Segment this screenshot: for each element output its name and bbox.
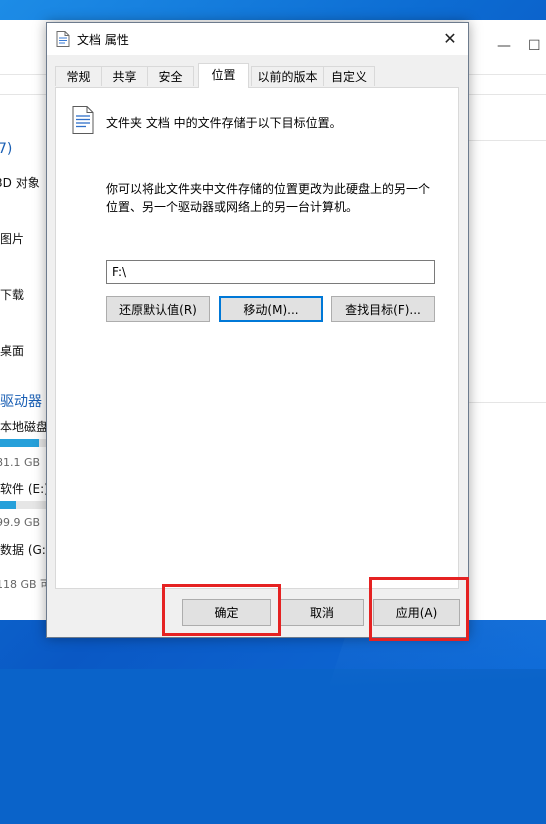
document-icon — [56, 31, 70, 47]
apply-button[interactable]: 应用(A) — [373, 599, 460, 626]
target-path-input[interactable] — [106, 260, 435, 284]
drive-c-usage-fill — [0, 439, 40, 447]
tab-security[interactable]: 安全 — [147, 66, 194, 86]
drive-g-label[interactable]: 数据 (G:) — [0, 541, 51, 558]
nav-item-3d-objects[interactable]: 3D 对象 — [0, 174, 40, 191]
explorer-section-count: 7) — [0, 141, 13, 157]
nav-item-downloads[interactable]: 下载 — [0, 286, 24, 303]
restore-default-button[interactable]: 还原默认值(R) — [106, 296, 210, 322]
location-tab-panel: 文件夹 文档 中的文件存储于以下目标位置。 你可以将此文件夹中文件存储的位置更改… — [55, 87, 459, 589]
drive-e-label[interactable]: 软件 (E:) — [0, 480, 49, 497]
nav-item-desktop[interactable]: 桌面 — [0, 342, 24, 359]
drive-e-usage-fill — [0, 501, 17, 509]
dialog-title: 文档 属性 — [77, 33, 129, 47]
move-button[interactable]: 移动(M)... — [219, 296, 323, 322]
drive-c-label[interactable]: 本地磁盘 — [0, 418, 48, 435]
tab-previous-versions[interactable]: 以前的版本 — [251, 66, 324, 86]
drives-heading: 驱动器 ( — [0, 394, 52, 410]
drive-e-free-space: 99.9 GB — [0, 516, 41, 529]
tab-general[interactable]: 常规 — [55, 66, 102, 86]
tab-sharing[interactable]: 共享 — [101, 66, 148, 86]
properties-dialog: 文档 属性 ✕ 常规 共享 安全 位置 以前的版本 自定义 文件夹 文档 中的文… — [46, 22, 469, 638]
cancel-button[interactable]: 取消 — [280, 599, 364, 626]
explorer-divider — [467, 402, 546, 403]
minimize-icon[interactable]: — — [497, 38, 511, 54]
nav-item-pictures[interactable]: 图片 — [0, 230, 24, 247]
location-description-line2: 位置、另一个驱动器或网络上的另一台计算机。 — [106, 200, 359, 214]
drive-g-free-space: 118 GB 可 — [0, 578, 52, 591]
tab-location[interactable]: 位置 — [198, 63, 249, 88]
drive-e-usage-bar — [0, 501, 46, 509]
find-target-button[interactable]: 查找目标(F)... — [331, 296, 435, 322]
maximize-icon[interactable]: ☐ — [528, 38, 541, 54]
location-description-line1: 你可以将此文件夹中文件存储的位置更改为此硬盘上的另一个 — [106, 182, 431, 196]
explorer-divider — [467, 140, 546, 141]
tab-customize[interactable]: 自定义 — [323, 66, 375, 86]
drive-c-free-space: 81.1 GB — [0, 456, 41, 469]
folder-document-icon — [72, 106, 94, 134]
drive-c-usage-bar — [0, 439, 46, 447]
ok-button[interactable]: 确定 — [182, 599, 271, 626]
location-heading: 文件夹 文档 中的文件存储于以下目标位置。 — [106, 116, 342, 130]
close-icon[interactable]: ✕ — [438, 27, 462, 51]
dialog-titlebar: 文档 属性 ✕ — [47, 23, 468, 55]
